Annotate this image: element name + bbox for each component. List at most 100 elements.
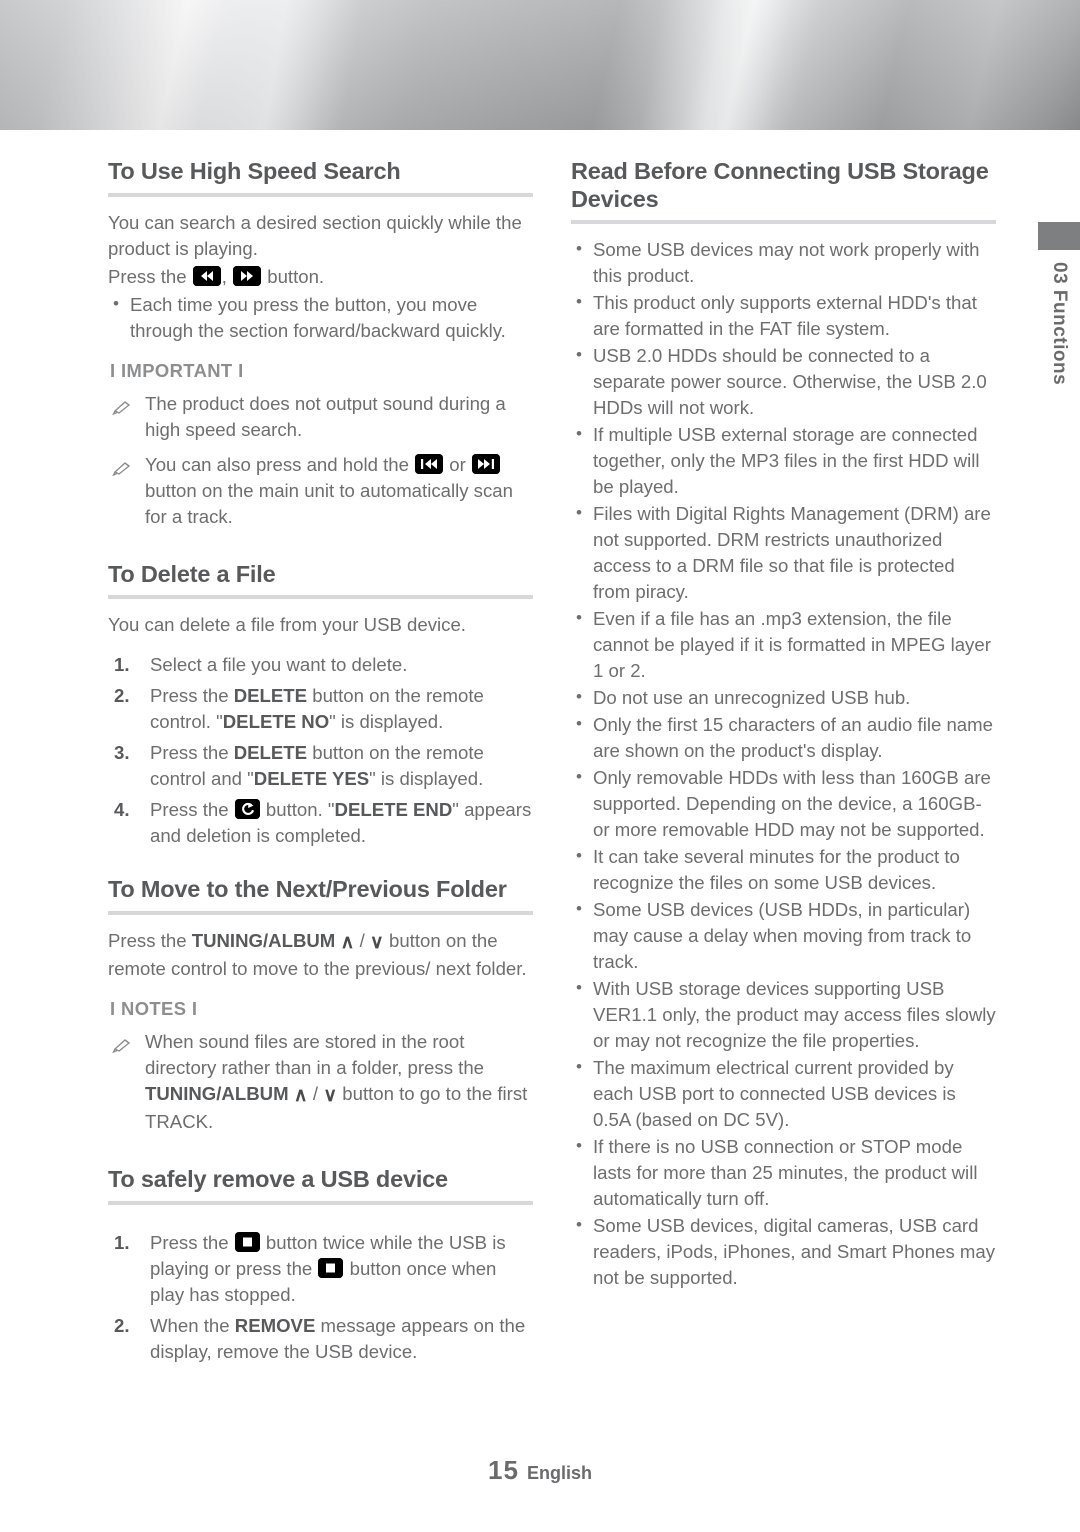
banner-sheen-overlay (0, 0, 1080, 130)
high-speed-search-intro: You can search a desired section quickly… (108, 211, 522, 259)
list-item: Press the button. "DELETE END" appears a… (108, 797, 533, 849)
section-title-safely-remove-usb: To safely remove a USB device (108, 1166, 448, 1193)
list-item: When the REMOVE message appears on the d… (108, 1313, 533, 1365)
list-item: With USB storage devices supporting USB … (571, 975, 996, 1054)
step-bold-d: DELETE END (334, 799, 453, 821)
list-item: Some USB devices, digital cameras, USB c… (571, 1212, 996, 1291)
page-footer: 15 English (0, 1455, 1080, 1486)
tuning-album-label: TUNING/ALBUM (191, 930, 336, 952)
stop-icon (318, 1257, 344, 1278)
step-text-a: Press the (150, 1231, 234, 1253)
chapter-tab-label: 03 Functions (1049, 262, 1070, 386)
list-item: If there is no USB connection or STOP mo… (571, 1133, 996, 1212)
remove-keyword: REMOVE (234, 1314, 316, 1336)
chevron-separator: / (359, 930, 365, 952)
note-text: The product does not output sound during… (145, 392, 506, 440)
move-folder-instruction: Press the TUNING/ALBUM ∧ / ∨ button on t… (108, 928, 533, 982)
high-speed-search-press-line: Press the , button. (108, 264, 533, 290)
chevron-separator: / (312, 1083, 319, 1105)
right-column: Read Before Connecting USB Storage Devic… (571, 158, 996, 1370)
section-rule (108, 192, 533, 197)
step-text-e: " is displayed. (369, 768, 484, 790)
list-item: Some USB devices may not work properly w… (571, 236, 996, 289)
list-item: The product does not output sound during… (108, 391, 533, 443)
step-bold-b: DELETE (233, 685, 308, 707)
chevron-down-icon: ∨ (369, 932, 384, 954)
chapter-side-tab: 03 Functions (1038, 222, 1080, 390)
enter-icon (234, 799, 260, 820)
list-item: Do not use an unrecognized USB hub. (571, 684, 996, 711)
list-item: You can also press and hold the or butto… (108, 452, 533, 530)
step-text-e: " is displayed. (329, 711, 444, 733)
note-text-middle: or (449, 453, 466, 475)
press-text-a: Press the (108, 930, 192, 952)
section-rule (108, 911, 533, 916)
step-bold-b: DELETE (233, 742, 308, 764)
list-item: Files with Digital Rights Management (DR… (571, 500, 996, 605)
chevron-down-icon: ∨ (323, 1085, 338, 1107)
list-item: If multiple USB external storage are con… (571, 421, 996, 500)
left-column: To Use High Speed Search You can search … (108, 158, 533, 1370)
list-item: Press the DELETE button on the remote co… (108, 740, 533, 792)
rewind-icon (192, 265, 221, 286)
list-item: Press the DELETE button on the remote co… (108, 683, 533, 735)
high-speed-search-notes: The product does not output sound during… (108, 391, 533, 530)
list-item: Some USB devices (USB HDDs, in particula… (571, 896, 996, 975)
step-text-a: Press the (150, 799, 234, 821)
note-text-a: When sound files are stored in the root … (145, 1031, 484, 1079)
important-label: I IMPORTANT I (110, 359, 244, 381)
step-text-c: button. " (260, 799, 335, 821)
list-item: Press the button twice while the USB is … (108, 1230, 533, 1308)
step-text-a: Press the (150, 742, 234, 764)
step-text-a: When the (150, 1314, 235, 1336)
list-item: This product only supports external HDD'… (571, 289, 996, 342)
chapter-tab-block (1038, 222, 1080, 250)
list-item: The maximum electrical current provided … (571, 1054, 996, 1133)
stop-icon (234, 1231, 260, 1252)
section-rule (108, 1200, 533, 1205)
chevron-up-icon: ∧ (340, 932, 355, 954)
step-bold-d: DELETE NO (222, 711, 330, 733)
step-text-a: Press the (150, 685, 234, 707)
pencil-icon (111, 1034, 133, 1054)
section-title-read-before-connecting-usb: Read Before Connecting USB Storage Devic… (571, 158, 989, 212)
page-language: English (526, 1463, 592, 1483)
step-bold-d: DELETE YES (253, 768, 370, 790)
press-separator-text: , (221, 265, 227, 287)
list-item: Only the first 15 characters of an audio… (571, 711, 996, 764)
move-folder-notes: When sound files are stored in the root … (108, 1029, 533, 1135)
usb-storage-notes-list: Some USB devices may not work properly w… (571, 236, 996, 1291)
press-suffix-text: button. (267, 265, 325, 287)
high-speed-search-bullets: Each time you press the button, you move… (108, 291, 533, 344)
skip-back-icon (415, 453, 444, 474)
list-item: USB 2.0 HDDs should be connected to a se… (571, 342, 996, 421)
notes-label: I NOTES I (110, 998, 198, 1020)
note-text-prefix: You can also press and hold the (145, 453, 409, 475)
list-item: Select a file you want to delete. (114, 652, 408, 678)
list-item: Only removable HDDs with less than 160GB… (571, 764, 996, 843)
pencil-icon (111, 396, 133, 416)
tuning-album-label: TUNING/ALBUM (145, 1083, 289, 1105)
section-rule (108, 595, 533, 600)
section-title-delete-file: To Delete a File (108, 560, 276, 587)
skip-forward-icon (472, 453, 501, 474)
section-title-move-folder: To Move to the Next/Previous Folder (108, 876, 507, 903)
press-prefix-text: Press the (108, 265, 187, 287)
chevron-up-icon: ∧ (293, 1085, 308, 1107)
two-column-layout: To Use High Speed Search You can search … (108, 158, 996, 1370)
list-item: Each time you press the button, you move… (108, 291, 533, 344)
delete-file-intro: You can delete a file from your USB devi… (108, 614, 466, 636)
list-item: Even if a file has an .mp3 extension, th… (571, 605, 996, 684)
note-text-suffix: button on the main unit to automatically… (145, 479, 513, 527)
fast-forward-icon (233, 265, 262, 286)
list-item: When sound files are stored in the root … (108, 1029, 533, 1135)
section-rule (571, 220, 996, 225)
safely-remove-usb-steps: Press the button twice while the USB is … (108, 1230, 533, 1365)
list-item: It can take several minutes for the prod… (571, 843, 996, 896)
page-number: 15 (488, 1455, 519, 1485)
